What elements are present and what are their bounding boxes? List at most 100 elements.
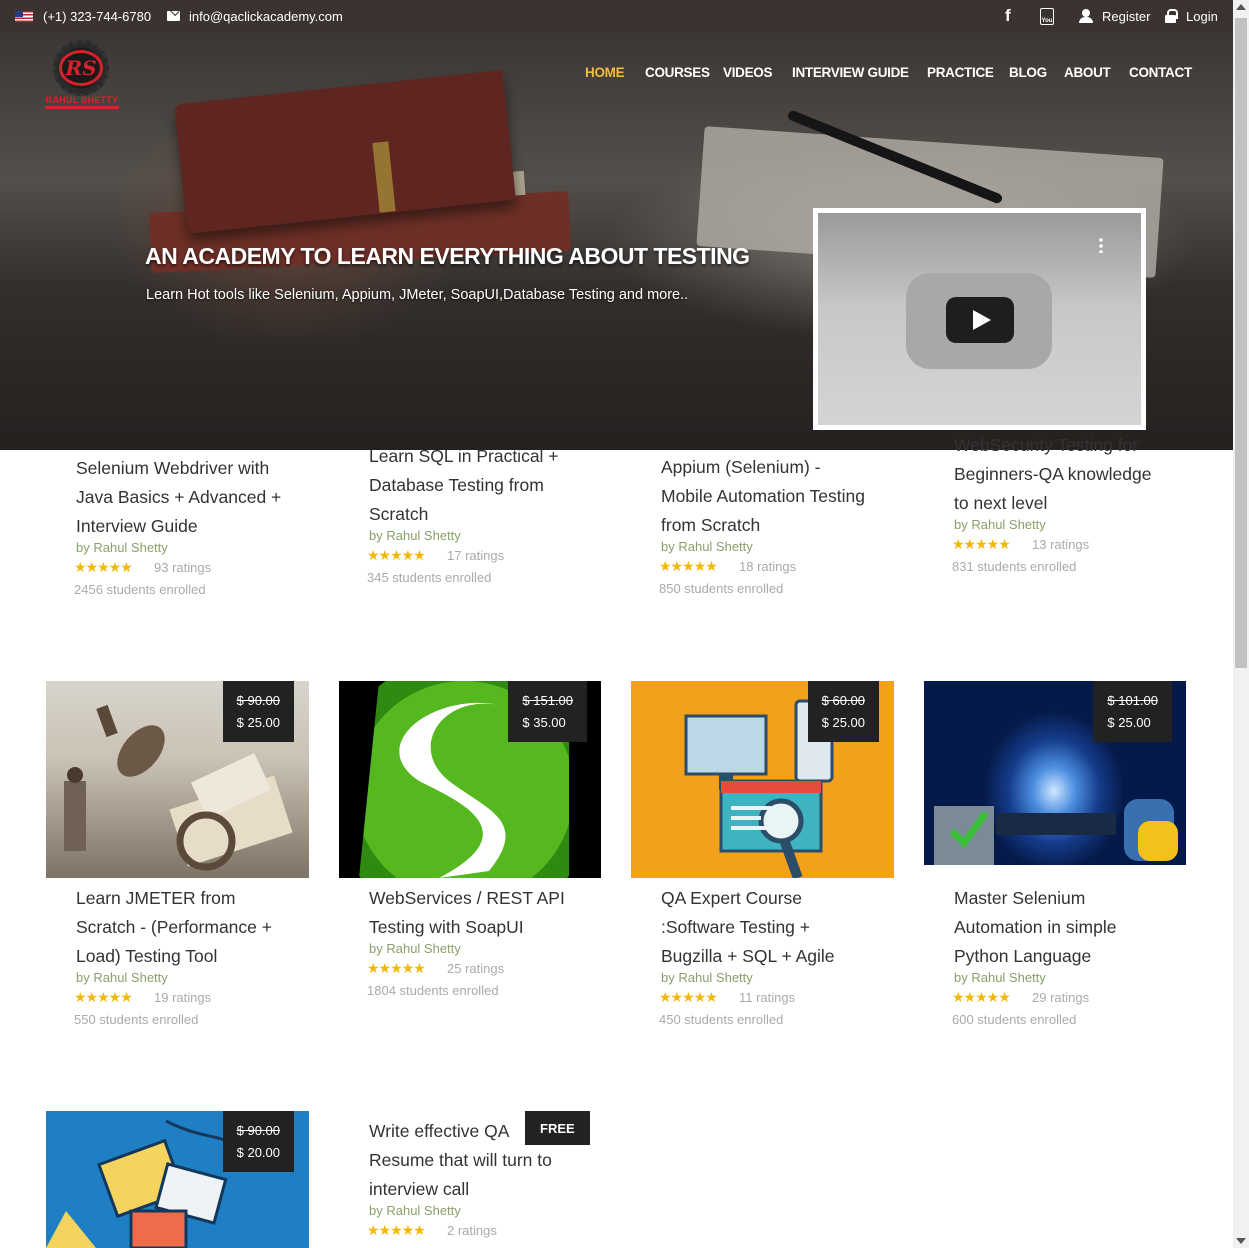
rating-count: 19 ratings (154, 990, 212, 1005)
sale-price: $ 25.00 (821, 715, 865, 730)
nav-home[interactable]: HOME (585, 65, 625, 85)
rating-count: 29 ratings (1032, 990, 1090, 1005)
site-logo[interactable]: RS RAHUL SHETTY (45, 40, 119, 112)
rating-stars: ★★★★★ (952, 536, 1011, 552)
course-title-line: Appium (Selenium) - (661, 457, 821, 477)
logo-monogram: RS (59, 50, 103, 86)
envelope-icon (167, 11, 180, 21)
enrolled-count: 345 students enrolled (367, 570, 492, 585)
sale-price: $ 25.00 (1107, 715, 1151, 730)
course-title[interactable]: Learn JMETER from Scratch - (Performance… (76, 884, 291, 971)
course-card-soapui[interactable]: $ 151.00 $ 35.00 (339, 681, 602, 878)
nav-about[interactable]: ABOUT (1064, 65, 1111, 85)
course-title-line: QA Expert Course (661, 888, 803, 908)
enrolled-count: 600 students enrolled (952, 1012, 1077, 1027)
course-author: by Rahul Shetty (76, 540, 168, 555)
course-title[interactable]: Learn SQL in Practical + Database Testin… (369, 442, 584, 529)
price-tag: $ 60.00 $ 25.00 (807, 681, 879, 742)
course-title[interactable]: WebSecurity Testing for Beginners-QA kno… (954, 431, 1169, 518)
lock-icon (1165, 9, 1178, 23)
original-price: $ 90.00 (236, 1123, 280, 1138)
nav-practice[interactable]: PRACTICE (927, 65, 994, 85)
sale-price: $ 20.00 (236, 1145, 280, 1160)
register-label: Register (1102, 8, 1151, 24)
more-options-icon[interactable] (1099, 237, 1103, 253)
course-title-line: Python Language (954, 946, 1092, 966)
enrolled-count: 550 students enrolled (74, 1012, 199, 1027)
logo-name: RAHUL SHETTY (45, 95, 119, 105)
rating-count: 2 ratings (447, 1223, 497, 1238)
course-title-line: Selenium Webdriver with (76, 458, 270, 478)
course-title-line: Load) Testing Tool (76, 946, 218, 966)
course-title[interactable]: WebServices / REST API Testing with Soap… (369, 884, 584, 942)
course-title-line: Interview Guide (76, 516, 198, 536)
nav-videos[interactable]: VIDEOS (723, 65, 773, 85)
course-card-web-testing[interactable]: $ 90.00 $ 20.00 (46, 1111, 309, 1248)
top-bar: (+1) 323-744-6780 info@qaclickacademy.co… (0, 0, 1233, 32)
course-title[interactable]: QA Expert Course :Software Testing + Bug… (661, 884, 876, 971)
scroll-thumb[interactable] (1235, 18, 1247, 668)
rating-count: 25 ratings (447, 961, 505, 976)
sale-price: $ 25.00 (236, 715, 280, 730)
register-link[interactable]: Register (1079, 0, 1150, 32)
original-price: $ 151.00 (522, 693, 573, 708)
course-card-qa-expert[interactable]: $ 60.00 $ 25.00 (631, 681, 894, 878)
course-title-line: WebServices / REST API (369, 888, 565, 908)
course-title-line: Scratch - (Performance + (76, 917, 272, 937)
rating-stars: ★★★★★ (367, 960, 426, 976)
original-price: $ 60.00 (821, 693, 865, 708)
course-title-line: from Scratch (661, 515, 761, 535)
course-title-line: Database Testing from (369, 475, 544, 495)
course-title-line: Automation in simple (954, 917, 1117, 937)
course-title[interactable]: Selenium Webdriver with Java Basics + Ad… (76, 454, 291, 541)
course-title-line: Master Selenium (954, 888, 1086, 908)
facebook-link[interactable]: f (1005, 0, 1011, 32)
course-author: by Rahul Shetty (661, 970, 753, 985)
rating-stars: ★★★★★ (367, 1222, 426, 1238)
rating-stars: ★★★★★ (952, 989, 1011, 1005)
nav-courses[interactable]: COURSES (645, 65, 710, 85)
enrolled-count: 831 students enrolled (952, 559, 1077, 574)
nav-interview-guide[interactable]: INTERVIEW GUIDE (792, 65, 909, 85)
course-title-line: to next level (954, 493, 1048, 513)
course-author: by Rahul Shetty (76, 970, 168, 985)
rating-stars: ★★★★★ (74, 989, 133, 1005)
nav-contact[interactable]: CONTACT (1129, 65, 1192, 85)
scroll-down-arrow-icon[interactable] (1236, 1238, 1246, 1244)
phone-number: (+1) 323-744-6780 (43, 8, 152, 24)
original-price: $ 90.00 (236, 693, 280, 708)
rating-stars: ★★★★★ (659, 989, 718, 1005)
rating-stars: ★★★★★ (659, 558, 718, 574)
course-title-line: Resume that will turn to (369, 1150, 552, 1170)
course-title-line: Testing with SoapUI (369, 917, 524, 937)
login-link[interactable]: Login (1165, 0, 1218, 32)
user-icon (1079, 9, 1093, 23)
course-title-line: :Software Testing + (661, 917, 810, 937)
rating-stars: ★★★★★ (74, 559, 133, 575)
email-address: info@qaclickacademy.com (189, 8, 343, 24)
course-title[interactable]: Write effective QA Resume that will turn… (369, 1117, 584, 1204)
course-author: by Rahul Shetty (369, 1203, 461, 1218)
course-card-jmeter[interactable]: $ 90.00 $ 25.00 (46, 681, 309, 878)
email-contact[interactable]: info@qaclickacademy.com (167, 0, 343, 32)
course-title-line: Learn JMETER from (76, 888, 236, 908)
course-title[interactable]: Appium (Selenium) - Mobile Automation Te… (661, 453, 876, 540)
course-author: by Rahul Shetty (369, 528, 461, 543)
phone-contact[interactable]: (+1) 323-744-6780 (15, 0, 151, 32)
video-thumbnail (818, 213, 1141, 425)
course-title-line: Bugzilla + SQL + Agile (661, 946, 835, 966)
page-scrollbar[interactable] (1233, 0, 1249, 1248)
play-icon[interactable] (946, 297, 1014, 343)
course-title-line: Beginners-QA knowledge (954, 464, 1152, 484)
rating-count: 13 ratings (1032, 537, 1090, 552)
course-title[interactable]: Master Selenium Automation in simple Pyt… (954, 884, 1169, 971)
youtube-icon: You (1040, 7, 1054, 25)
course-card-python-selenium[interactable]: $ 101.00 $ 25.00 (924, 681, 1187, 865)
facebook-icon: f (1005, 6, 1011, 25)
course-author: by Rahul Shetty (954, 970, 1046, 985)
rating-count: 17 ratings (447, 548, 505, 563)
youtube-link[interactable]: You (1040, 0, 1054, 32)
video-player[interactable] (813, 208, 1146, 430)
scroll-up-arrow-icon[interactable] (1236, 4, 1246, 10)
nav-blog[interactable]: BLOG (1009, 65, 1047, 85)
